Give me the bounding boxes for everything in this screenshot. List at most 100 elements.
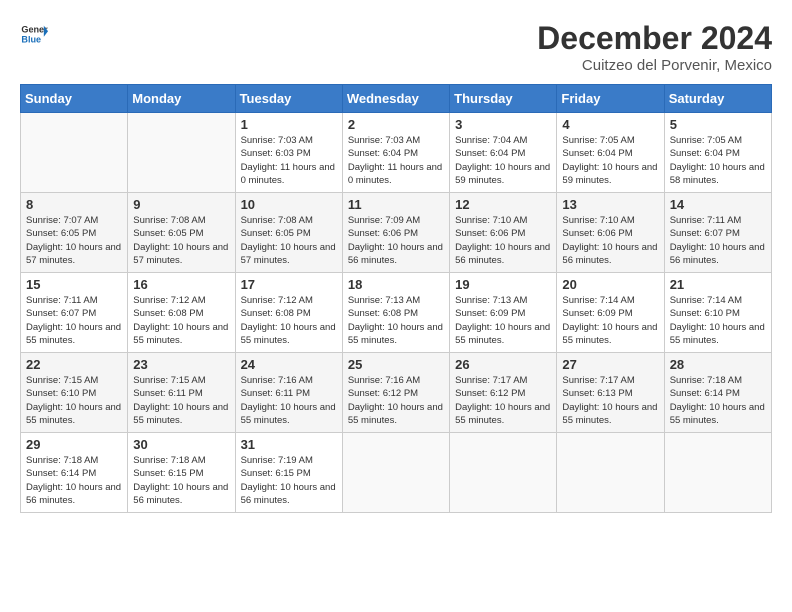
page-title: December 2024	[537, 20, 772, 57]
day-number: 21	[670, 277, 766, 292]
calendar-cell: 14Sunrise: 7:11 AMSunset: 6:07 PMDayligh…	[664, 193, 771, 273]
day-number: 8	[26, 197, 122, 212]
day-info: Sunrise: 7:12 AMSunset: 6:08 PMDaylight:…	[133, 294, 229, 347]
calendar-cell: 10 Sunrise: 7:08 AMSunset: 6:05 PMDayligh…	[235, 193, 342, 273]
day-info: Sunrise: 7:13 AMSunset: 6:09 PMDaylight:…	[455, 294, 551, 347]
calendar-cell: 3 Sunrise: 7:04 AMSunset: 6:04 PMDaylight…	[450, 113, 557, 193]
day-number: 13	[562, 197, 658, 212]
day-info: Sunrise: 7:08 AMSunset: 6:05 PMDaylight:…	[241, 214, 337, 267]
logo: General Blue	[20, 20, 48, 48]
day-number: 16	[133, 277, 229, 292]
page-header: General Blue December 2024 Cuitzeo del P…	[20, 20, 772, 74]
day-number: 15	[26, 277, 122, 292]
day-number: 26	[455, 357, 551, 372]
day-number: 2	[348, 117, 444, 132]
calendar-cell: 19 Sunrise: 7:13 AMSunset: 6:09 PMDayligh…	[450, 273, 557, 353]
calendar-cell	[128, 113, 235, 193]
day-number: 30	[133, 437, 229, 452]
calendar-cell: 5 Sunrise: 7:05 AMSunset: 6:04 PMDaylight…	[664, 113, 771, 193]
day-info: Sunrise: 7:05 AMSunset: 6:04 PMDaylight:…	[670, 134, 766, 187]
day-info: Sunrise: 7:04 AMSunset: 6:04 PMDaylight:…	[455, 134, 551, 187]
day-info: Sunrise: 7:14 AMSunset: 6:10 PMDaylight:…	[670, 294, 766, 347]
calendar-header-row: SundayMondayTuesdayWednesdayThursdayFrid…	[21, 85, 772, 113]
day-info: Sunrise: 7:09 AMSunset: 6:06 PMDaylight:…	[348, 214, 444, 267]
calendar-week-4: 22 Sunrise: 7:15 AMSunset: 6:10 PMDayligh…	[21, 353, 772, 433]
calendar-cell: 18 Sunrise: 7:13 AMSunset: 6:08 PMDayligh…	[342, 273, 449, 353]
day-info: Sunrise: 7:17 AMSunset: 6:13 PMDaylight:…	[562, 374, 658, 427]
calendar-cell: 11 Sunrise: 7:09 AMSunset: 6:06 PMDayligh…	[342, 193, 449, 273]
calendar-cell: 20Sunrise: 7:14 AMSunset: 6:09 PMDayligh…	[557, 273, 664, 353]
header-wednesday: Wednesday	[342, 85, 449, 113]
day-info: Sunrise: 7:15 AMSunset: 6:10 PMDaylight:…	[26, 374, 122, 427]
calendar-cell	[21, 113, 128, 193]
calendar-week-5: 29 Sunrise: 7:18 AMSunset: 6:14 PMDayligh…	[21, 433, 772, 513]
day-info: Sunrise: 7:13 AMSunset: 6:08 PMDaylight:…	[348, 294, 444, 347]
calendar-cell: 2 Sunrise: 7:03 AMSunset: 6:04 PMDaylight…	[342, 113, 449, 193]
day-info: Sunrise: 7:11 AMSunset: 6:07 PMDaylight:…	[670, 214, 766, 267]
day-number: 19	[455, 277, 551, 292]
header-tuesday: Tuesday	[235, 85, 342, 113]
day-number: 24	[241, 357, 337, 372]
day-number: 1	[241, 117, 337, 132]
day-info: Sunrise: 7:03 AMSunset: 6:03 PMDaylight:…	[241, 134, 337, 187]
day-info: Sunrise: 7:05 AMSunset: 6:04 PMDaylight:…	[562, 134, 658, 187]
calendar-cell: 24 Sunrise: 7:16 AMSunset: 6:11 PMDayligh…	[235, 353, 342, 433]
day-number: 29	[26, 437, 122, 452]
logo-icon: General Blue	[20, 20, 48, 48]
day-number: 18	[348, 277, 444, 292]
calendar-cell: 30 Sunrise: 7:18 AMSunset: 6:15 PMDayligh…	[128, 433, 235, 513]
header-thursday: Thursday	[450, 85, 557, 113]
day-number: 22	[26, 357, 122, 372]
calendar-cell: 15 Sunrise: 7:11 AMSunset: 6:07 PMDayligh…	[21, 273, 128, 353]
day-info: Sunrise: 7:17 AMSunset: 6:12 PMDaylight:…	[455, 374, 551, 427]
day-info: Sunrise: 7:18 AMSunset: 6:14 PMDaylight:…	[26, 454, 122, 507]
calendar-cell: 16 Sunrise: 7:12 AMSunset: 6:08 PMDayligh…	[128, 273, 235, 353]
title-block: December 2024 Cuitzeo del Porvenir, Mexi…	[537, 20, 772, 74]
day-number: 23	[133, 357, 229, 372]
day-info: Sunrise: 7:08 AMSunset: 6:05 PMDaylight:…	[133, 214, 229, 267]
calendar-cell: 26 Sunrise: 7:17 AMSunset: 6:12 PMDayligh…	[450, 353, 557, 433]
calendar-cell: 29 Sunrise: 7:18 AMSunset: 6:14 PMDayligh…	[21, 433, 128, 513]
day-number: 4	[562, 117, 658, 132]
calendar-cell: 31Sunrise: 7:19 AMSunset: 6:15 PMDayligh…	[235, 433, 342, 513]
day-info: Sunrise: 7:18 AMSunset: 6:14 PMDaylight:…	[670, 374, 766, 427]
day-info: Sunrise: 7:16 AMSunset: 6:11 PMDaylight:…	[241, 374, 337, 427]
calendar-week-3: 15 Sunrise: 7:11 AMSunset: 6:07 PMDayligh…	[21, 273, 772, 353]
day-number: 5	[670, 117, 766, 132]
day-info: Sunrise: 7:12 AMSunset: 6:08 PMDaylight:…	[241, 294, 337, 347]
calendar-cell: 1 Sunrise: 7:03 AMSunset: 6:03 PMDaylight…	[235, 113, 342, 193]
calendar-cell: 25 Sunrise: 7:16 AMSunset: 6:12 PMDayligh…	[342, 353, 449, 433]
calendar-cell: 22 Sunrise: 7:15 AMSunset: 6:10 PMDayligh…	[21, 353, 128, 433]
calendar-cell: 9Sunrise: 7:08 AMSunset: 6:05 PMDaylight…	[128, 193, 235, 273]
day-info: Sunrise: 7:16 AMSunset: 6:12 PMDaylight:…	[348, 374, 444, 427]
day-number: 25	[348, 357, 444, 372]
calendar-cell	[664, 433, 771, 513]
day-number: 3	[455, 117, 551, 132]
calendar-week-1: 1 Sunrise: 7:03 AMSunset: 6:03 PMDaylight…	[21, 113, 772, 193]
page-subtitle: Cuitzeo del Porvenir, Mexico	[537, 57, 772, 74]
calendar-cell	[450, 433, 557, 513]
calendar-cell	[342, 433, 449, 513]
day-number: 12	[455, 197, 551, 212]
day-info: Sunrise: 7:18 AMSunset: 6:15 PMDaylight:…	[133, 454, 229, 507]
calendar-cell: 27 Sunrise: 7:17 AMSunset: 6:13 PMDayligh…	[557, 353, 664, 433]
header-saturday: Saturday	[664, 85, 771, 113]
day-info: Sunrise: 7:15 AMSunset: 6:11 PMDaylight:…	[133, 374, 229, 427]
day-number: 27	[562, 357, 658, 372]
calendar-table: SundayMondayTuesdayWednesdayThursdayFrid…	[20, 84, 772, 513]
calendar-cell: 21 Sunrise: 7:14 AMSunset: 6:10 PMDayligh…	[664, 273, 771, 353]
calendar-cell: 13 Sunrise: 7:10 AMSunset: 6:06 PMDayligh…	[557, 193, 664, 273]
day-info: Sunrise: 7:07 AMSunset: 6:05 PMDaylight:…	[26, 214, 122, 267]
calendar-cell: 28Sunrise: 7:18 AMSunset: 6:14 PMDayligh…	[664, 353, 771, 433]
calendar-cell: 23 Sunrise: 7:15 AMSunset: 6:11 PMDayligh…	[128, 353, 235, 433]
day-info: Sunrise: 7:03 AMSunset: 6:04 PMDaylight:…	[348, 134, 444, 187]
header-sunday: Sunday	[21, 85, 128, 113]
day-number: 11	[348, 197, 444, 212]
day-info: Sunrise: 7:11 AMSunset: 6:07 PMDaylight:…	[26, 294, 122, 347]
day-number: 10	[241, 197, 337, 212]
day-number: 31	[241, 437, 337, 452]
calendar-week-2: 8 Sunrise: 7:07 AMSunset: 6:05 PMDaylight…	[21, 193, 772, 273]
day-info: Sunrise: 7:14 AMSunset: 6:09 PMDaylight:…	[562, 294, 658, 347]
header-monday: Monday	[128, 85, 235, 113]
day-info: Sunrise: 7:10 AMSunset: 6:06 PMDaylight:…	[562, 214, 658, 267]
